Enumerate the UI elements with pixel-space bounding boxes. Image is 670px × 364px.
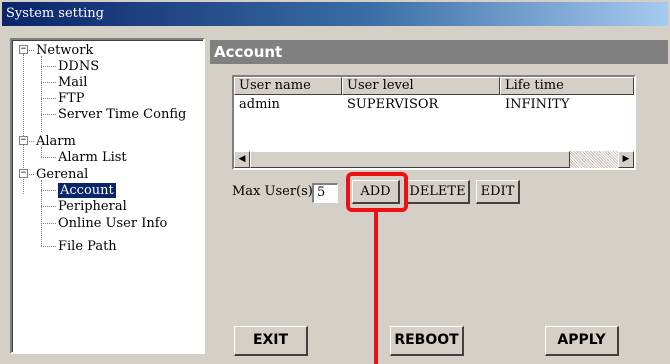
collapse-network-icon[interactable]: − (19, 45, 28, 54)
window-title: System setting (2, 2, 668, 26)
tree-connector (41, 246, 56, 247)
tree-connector (41, 190, 56, 191)
cell-life-time[interactable]: INFINITY (500, 97, 569, 113)
scroll-thumb[interactable] (250, 151, 570, 168)
add-button[interactable]: ADD (352, 180, 400, 204)
cell-user-level[interactable]: SUPERVISOR (342, 97, 438, 113)
tree-item-peripheral[interactable]: Peripheral (58, 199, 127, 214)
tree-connector (41, 157, 56, 158)
settings-tree: − Network DDNS Mail FTP Server Time Conf… (10, 38, 205, 354)
tree-connector (41, 147, 42, 157)
scroll-right-icon[interactable]: ▶ (618, 151, 634, 168)
scroll-track[interactable] (570, 151, 618, 168)
tree-item-network[interactable]: Network (36, 43, 93, 58)
tree-item-mail[interactable]: Mail (58, 75, 87, 90)
system-setting-window: System setting − Network DDNS Mail FTP S… (0, 0, 670, 364)
max-users-label: Max User(s) : (232, 184, 322, 199)
user-list-header: User name User level Life time (234, 77, 634, 95)
reboot-button[interactable]: REBOOT (390, 326, 464, 356)
column-header-life-time[interactable]: Life time (500, 77, 634, 95)
tree-item-file-path[interactable]: File Path (58, 239, 117, 254)
tree-connector (29, 174, 34, 175)
column-header-user-level[interactable]: User level (342, 77, 500, 95)
tree-connector (41, 82, 56, 83)
tree-item-account[interactable]: Account (57, 182, 117, 199)
tree-item-online-user-info[interactable]: Online User Info (58, 216, 167, 231)
tree-item-ddns[interactable]: DDNS (58, 59, 99, 74)
exit-button[interactable]: EXIT (234, 326, 308, 356)
tree-item-alarm-list[interactable]: Alarm List (58, 150, 127, 165)
tree-item-gerenal[interactable]: Gerenal (36, 167, 88, 182)
tree-connector (41, 98, 56, 99)
tree-connector (29, 141, 34, 142)
tree-connector (41, 56, 42, 132)
tree-connector (41, 66, 56, 67)
delete-button[interactable]: DELETE (406, 180, 470, 204)
tree-item-ftp[interactable]: FTP (58, 91, 84, 106)
user-list[interactable]: User name User level Life time admin SUP… (232, 75, 636, 170)
column-header-user-name[interactable]: User name (234, 77, 342, 95)
edit-button[interactable]: EDIT (476, 180, 520, 204)
scroll-left-icon[interactable]: ◀ (234, 151, 250, 168)
tree-connector (41, 223, 56, 224)
panel-title: Account (210, 40, 668, 64)
horizontal-scrollbar[interactable]: ◀ ▶ (234, 151, 634, 168)
tree-connector (29, 50, 34, 51)
max-users-field[interactable]: 5 (312, 183, 338, 203)
collapse-alarm-icon[interactable]: − (19, 136, 28, 145)
apply-button[interactable]: APPLY (545, 326, 619, 356)
tree-item-server-time-config[interactable]: Server Time Config (58, 107, 186, 122)
tree-connector (41, 206, 56, 207)
tree-connector (41, 114, 56, 115)
highlight-pointer-line (374, 212, 378, 364)
cell-user-name[interactable]: admin (234, 97, 280, 113)
collapse-gerenal-icon[interactable]: − (19, 169, 28, 178)
